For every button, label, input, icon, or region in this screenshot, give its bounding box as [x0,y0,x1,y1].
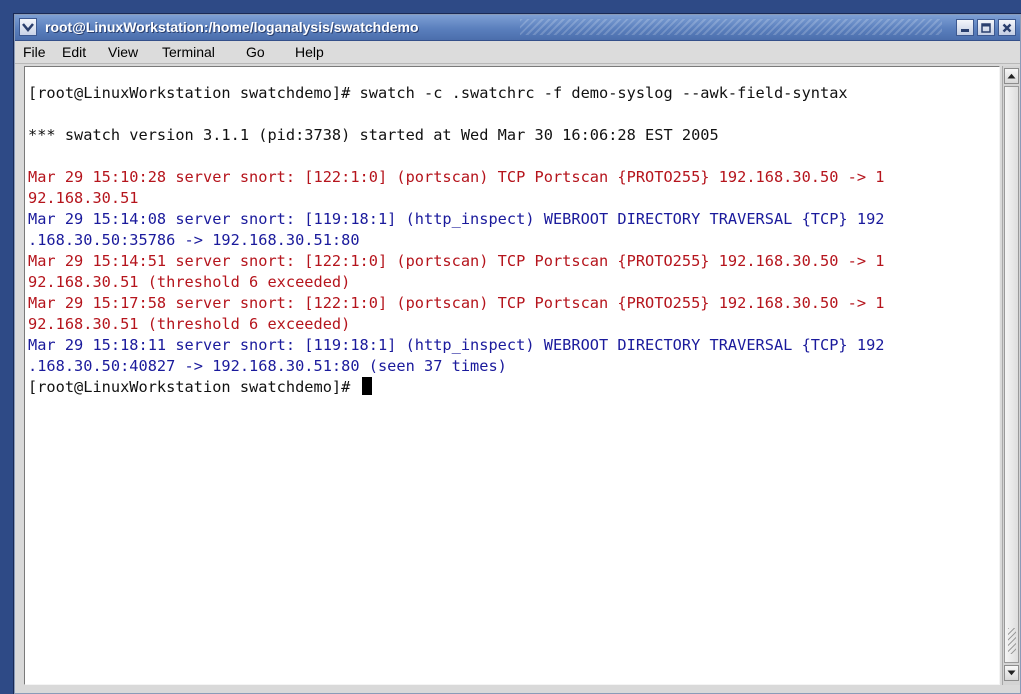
terminal-line: [root@LinuxWorkstation swatchdemo]# swat… [28,83,848,104]
menu-go[interactable]: Go [246,44,265,60]
maximize-button[interactable] [977,19,995,36]
text-cursor [361,377,372,395]
terminal-line: .168.30.50:40827 -> 192.168.30.51:80 (se… [28,356,507,377]
title-bar[interactable]: root@LinuxWorkstation:/home/loganalysis/… [15,15,1020,41]
window-title: root@LinuxWorkstation:/home/loganalysis/… [45,19,419,35]
terminal-line-text: Mar 29 15:17:58 server snort: [122:1:0] … [28,294,885,312]
scrollbar-thumb[interactable] [1004,86,1019,663]
minimize-icon [961,28,969,32]
scroll-up-button[interactable] [1004,68,1019,84]
menu-terminal[interactable]: Terminal [162,44,215,60]
arrow-up-icon [1007,73,1016,79]
terminal-line-text: *** swatch version 3.1.1 (pid:3738) star… [28,126,719,144]
menu-view[interactable]: View [108,44,138,60]
terminal-line-text: Mar 29 15:14:08 server snort: [119:18:1]… [28,210,885,228]
close-icon [1002,23,1012,32]
terminal-line-text: [root@LinuxWorkstation swatchdemo]# swat… [28,84,848,102]
terminal-line-text: .168.30.50:35786 -> 192.168.30.51:80 [28,231,360,249]
terminal-line: 92.168.30.51 (threshold 6 exceeded) [28,314,350,335]
chevron-down-icon [22,23,34,32]
terminal-line-text: Mar 29 15:14:51 server snort: [122:1:0] … [28,252,885,270]
window-menu-button[interactable] [19,18,37,36]
terminal-line-text: Mar 29 15:10:28 server snort: [122:1:0] … [28,168,885,186]
terminal-prompt-line: [root@LinuxWorkstation swatchdemo]# [28,377,372,398]
terminal-line-text: .168.30.50:40827 -> 192.168.30.51:80 (se… [28,357,507,375]
title-bar-pattern [520,19,942,35]
minimize-button[interactable] [956,19,974,36]
terminal-line: Mar 29 15:14:51 server snort: [122:1:0] … [28,251,884,272]
terminal-line: Mar 29 15:10:28 server snort: [122:1:0] … [28,167,884,188]
menu-help[interactable]: Help [295,44,324,60]
vertical-scrollbar[interactable] [1002,66,1020,685]
terminal-line-text: 92.168.30.51 [28,189,139,207]
grip-icon [1008,628,1016,654]
terminal-output[interactable]: [root@LinuxWorkstation swatchdemo]# swat… [24,66,1000,685]
menu-file[interactable]: File [23,44,46,60]
terminal-line: .168.30.50:35786 -> 192.168.30.51:80 [28,230,360,251]
menu-bar: File Edit View Terminal Go Help [15,41,1020,64]
terminal-line: *** swatch version 3.1.1 (pid:3738) star… [28,125,719,146]
scroll-down-button[interactable] [1004,665,1019,681]
terminal-window: root@LinuxWorkstation:/home/loganalysis/… [14,14,1021,694]
menu-edit[interactable]: Edit [62,44,86,60]
terminal-line: 92.168.30.51 [28,188,139,209]
terminal-line-text: 92.168.30.51 (threshold 6 exceeded) [28,273,351,291]
terminal-line: 92.168.30.51 (threshold 6 exceeded) [28,272,350,293]
terminal-line: Mar 29 15:17:58 server snort: [122:1:0] … [28,293,884,314]
maximize-icon [981,22,991,33]
close-button[interactable] [998,19,1016,36]
arrow-down-icon [1007,670,1016,676]
terminal-prompt: [root@LinuxWorkstation swatchdemo]# [28,378,360,396]
terminal-line-text: Mar 29 15:18:11 server snort: [119:18:1]… [28,336,885,354]
terminal-line: Mar 29 15:18:11 server snort: [119:18:1]… [28,335,884,356]
terminal-line-text: 92.168.30.51 (threshold 6 exceeded) [28,315,351,333]
terminal-line: Mar 29 15:14:08 server snort: [119:18:1]… [28,209,884,230]
